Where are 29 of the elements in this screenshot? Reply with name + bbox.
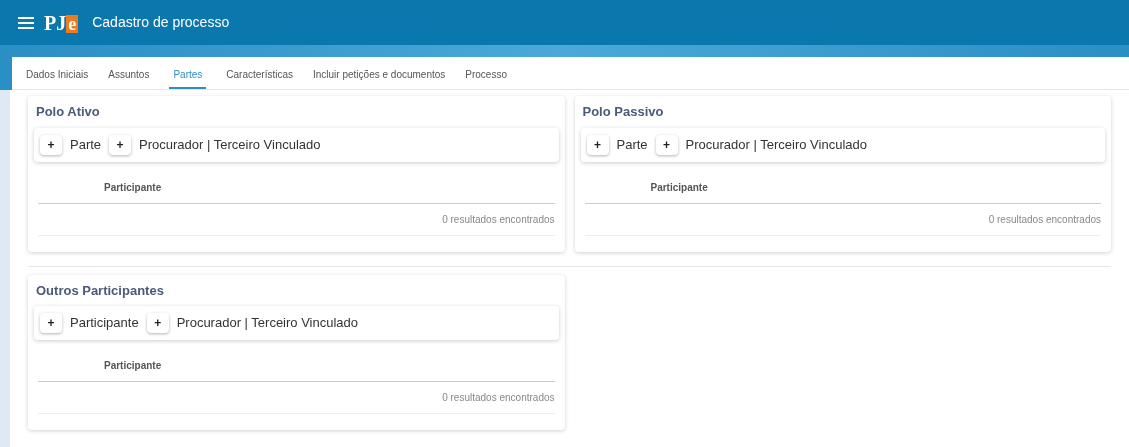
results-count: 0 resultados encontrados [38, 203, 555, 236]
results-count: 0 resultados encontrados [38, 382, 555, 414]
action-label: Parte [70, 135, 102, 154]
add-button[interactable]: + [40, 134, 62, 155]
add-button[interactable]: + [146, 313, 169, 333]
column-header: Participante [584, 179, 1101, 204]
tab[interactable]: Características [226, 61, 293, 89]
panel-title: Polo Passivo [581, 103, 665, 121]
tab[interactable]: Dados Iniciais [26, 61, 89, 89]
column-header: Participante [38, 179, 555, 204]
tab[interactable]: Assuntos [108, 61, 150, 89]
action-label: Procurador | Terceiro Vinculado [139, 135, 321, 154]
menu-icon[interactable] [18, 16, 34, 29]
logo: PJe [44, 12, 79, 33]
add-button[interactable]: + [655, 134, 678, 155]
add-button[interactable]: + [40, 313, 62, 333]
panel-title: Outros Participantes [35, 281, 165, 300]
add-button[interactable]: + [586, 134, 609, 155]
page-title: Cadastro de processo [92, 13, 230, 32]
action-label: Procurador | Terceiro Vinculado [685, 135, 867, 154]
column-header: Participante [38, 358, 555, 382]
tab[interactable]: Processo [465, 61, 507, 89]
results-count: 0 resultados encontrados [584, 203, 1101, 236]
panel-title: Polo Ativo [35, 103, 101, 121]
action-label: Parte [616, 135, 648, 154]
action-label: Procurador | Terceiro Vinculado [176, 314, 359, 333]
action-label: Participante [70, 314, 139, 333]
tab[interactable]: Incluir petições e documentos [313, 61, 446, 89]
add-button[interactable]: + [109, 134, 132, 155]
